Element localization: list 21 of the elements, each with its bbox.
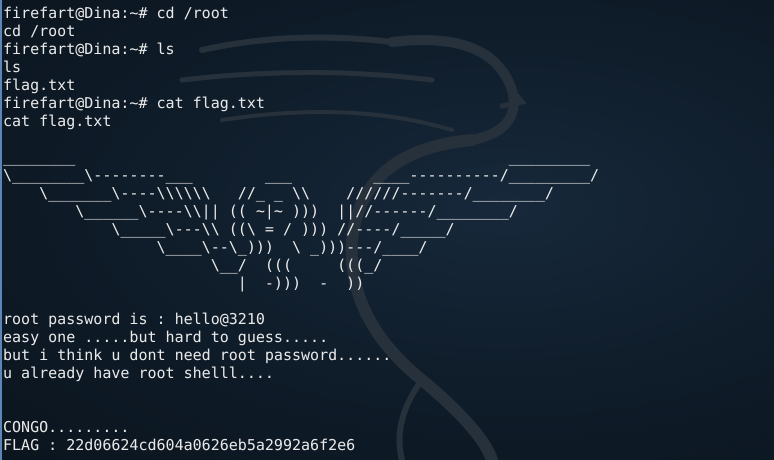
terminal-line: \____\--\_))) \ _)))---/____/ [156,238,428,256]
terminal-line: firefart@Dina:~# ls [3,40,175,58]
terminal-line: but i think u dont need root password...... [3,346,392,364]
terminal-line: firefart@Dina:~# cd /root [3,4,229,22]
terminal-line: cat flag.txt [3,112,112,130]
terminal-line: | -))) - )) [236,274,364,292]
terminal-line: \_______\----\\\\\\ //_ _ \\ //////-------/________/ [38,184,554,202]
terminal-line: \__/ ((( (((_/ [210,256,382,274]
terminal-line: ________ _________ [3,148,590,166]
terminal-line: cd /root [3,22,76,40]
terminal-line: u already have root shelll.... [3,364,274,382]
terminal-line: \_____\---\\ ((\ = / ))) //----/_____/ [110,220,455,238]
terminal-line: ls [3,58,22,76]
terminal-line: flag.txt [3,76,76,94]
terminal-line: CONGO......... [3,418,130,436]
terminal-line: root password is : hello@3210 [3,310,265,328]
terminal-line: firefart@Dina:~# cat flag.txt [3,94,265,112]
terminal-line: FLAG : 22d06624cd604a0626eb5a2992a6f2e6 [3,436,356,454]
terminal-line: \______\----\\|| (( ~|~ ))) ||//------/________/ [74,202,518,220]
terminal-line: easy one .....but hard to guess..... [3,328,328,346]
terminal-line: \________\--------___ ___ ____----------/_________/ [3,166,600,184]
